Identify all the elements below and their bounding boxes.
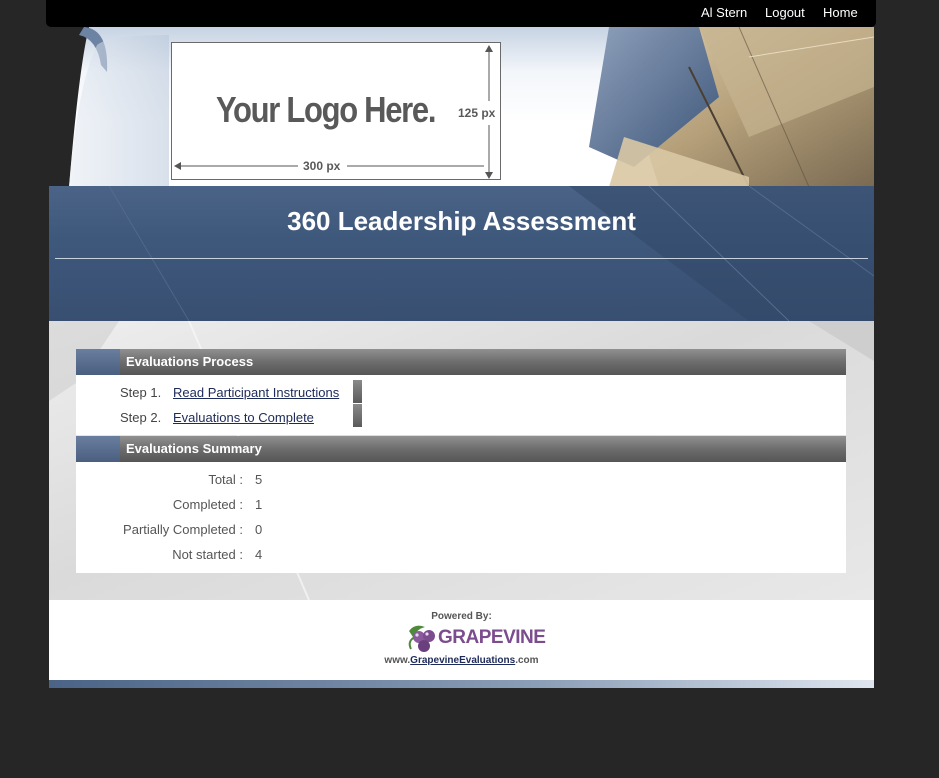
logout-link[interactable]: Logout	[765, 5, 805, 20]
summary-not-started-value: 4	[255, 547, 263, 562]
process-panel: Step 1. Read Participant Instructions St…	[76, 375, 846, 435]
step-1-marker	[353, 380, 362, 403]
summary-partial-value: 0	[255, 522, 263, 537]
grapevine-url: www.GrapevineEvaluations.com	[384, 655, 539, 666]
grape-icon	[408, 625, 435, 652]
top-nav-bar: Al Stern Logout Home	[46, 0, 876, 27]
logo-placeholder: Your Logo Here. 125 px 300 px	[171, 42, 501, 180]
summary-section-title: Evaluations Summary	[126, 441, 262, 456]
footer: Powered By: GRAPEVINE www.GrapevineEvalu…	[49, 600, 874, 680]
summary-completed-label: Completed :	[172, 497, 243, 512]
bottom-strip	[49, 680, 874, 688]
page-title: 360 Leadership Assessment	[287, 206, 636, 236]
process-section-title: Evaluations Process	[126, 354, 254, 369]
summary-section-header: Evaluations Summary	[76, 436, 846, 462]
summary-total-label: Total :	[208, 472, 243, 487]
home-link[interactable]: Home	[823, 5, 858, 20]
summary-total-value: 5	[255, 472, 263, 487]
process-section-header: Evaluations Process	[76, 349, 846, 375]
grapevine-logo[interactable]: GRAPEVINE	[405, 621, 546, 657]
dimension-arrows	[174, 45, 493, 179]
step-1-number: Step 1.	[120, 385, 162, 400]
read-instructions-link[interactable]: Read Participant Instructions	[173, 385, 339, 400]
grapevine-brand-text: GRAPEVINE	[438, 627, 546, 648]
summary-not-started-label: Not started :	[172, 547, 243, 562]
main-content: Evaluations Process Step 1. Read Partici…	[49, 321, 874, 600]
summary-completed-value: 1	[255, 497, 263, 512]
summary-partial-label: Partially Completed :	[123, 522, 243, 537]
user-name-link[interactable]: Al Stern	[701, 5, 747, 20]
summary-panel: Total : 5 Completed : 1 Partially Comple…	[76, 462, 846, 573]
header-banner: Your Logo Here. 125 px 300 px	[49, 27, 874, 187]
step-2-marker	[353, 404, 362, 427]
title-divider	[55, 258, 868, 259]
grapevine-url-link[interactable]: GrapevineEvaluations	[410, 655, 515, 666]
evaluations-to-complete-link[interactable]: Evaluations to Complete	[173, 410, 314, 425]
page-container: Your Logo Here. 125 px 300 px 360 Leader…	[49, 27, 874, 688]
step-2-number: Step 2.	[120, 410, 162, 425]
title-band: 360 Leadership Assessment	[49, 186, 874, 321]
